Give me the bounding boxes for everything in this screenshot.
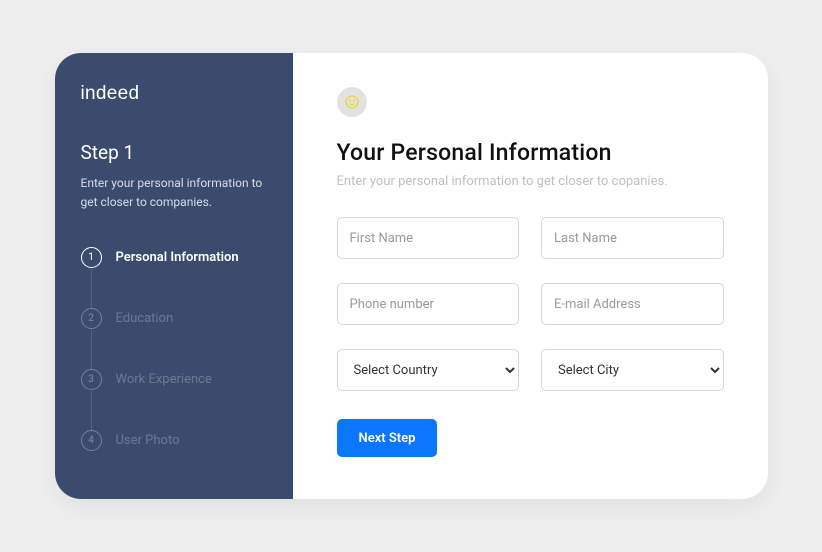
wizard-card: indeed Step 1 Enter your personal inform… — [55, 53, 768, 499]
sidebar: indeed Step 1 Enter your personal inform… — [55, 53, 293, 499]
step-list: 1 Personal Information 2 Education 3 Wor… — [81, 247, 267, 451]
step-item-photo[interactable]: 4 User Photo — [81, 430, 267, 451]
step-number: 4 — [81, 430, 102, 451]
step-item-work[interactable]: 3 Work Experience — [81, 369, 267, 390]
brand-logo: indeed — [81, 83, 267, 105]
step-number: 2 — [81, 308, 102, 329]
form-description: Enter your personal information to get c… — [337, 174, 724, 189]
step-label: Personal Information — [116, 250, 239, 265]
email-field[interactable] — [541, 283, 724, 325]
city-select[interactable]: Select City — [541, 349, 724, 391]
step-item-education[interactable]: 2 Education — [81, 308, 267, 329]
country-select[interactable]: Select Country — [337, 349, 520, 391]
step-label: User Photo — [116, 433, 180, 448]
last-name-field[interactable] — [541, 217, 724, 259]
form-title: Your Personal Information — [337, 139, 724, 166]
step-item-personal[interactable]: 1 Personal Information — [81, 247, 267, 268]
form-grid: Select Country Select City — [337, 217, 724, 391]
step-description: Enter your personal information to get c… — [81, 174, 267, 211]
form-panel: Your Personal Information Enter your per… — [293, 53, 768, 499]
phone-field[interactable] — [337, 283, 520, 325]
first-name-field[interactable] — [337, 217, 520, 259]
step-label: Work Experience — [116, 372, 212, 387]
step-number: 1 — [81, 247, 102, 268]
step-number: 3 — [81, 369, 102, 390]
step-heading: Step 1 — [81, 141, 267, 164]
smile-icon — [337, 87, 367, 117]
next-step-button[interactable]: Next Step — [337, 419, 438, 457]
step-label: Education — [116, 311, 174, 326]
